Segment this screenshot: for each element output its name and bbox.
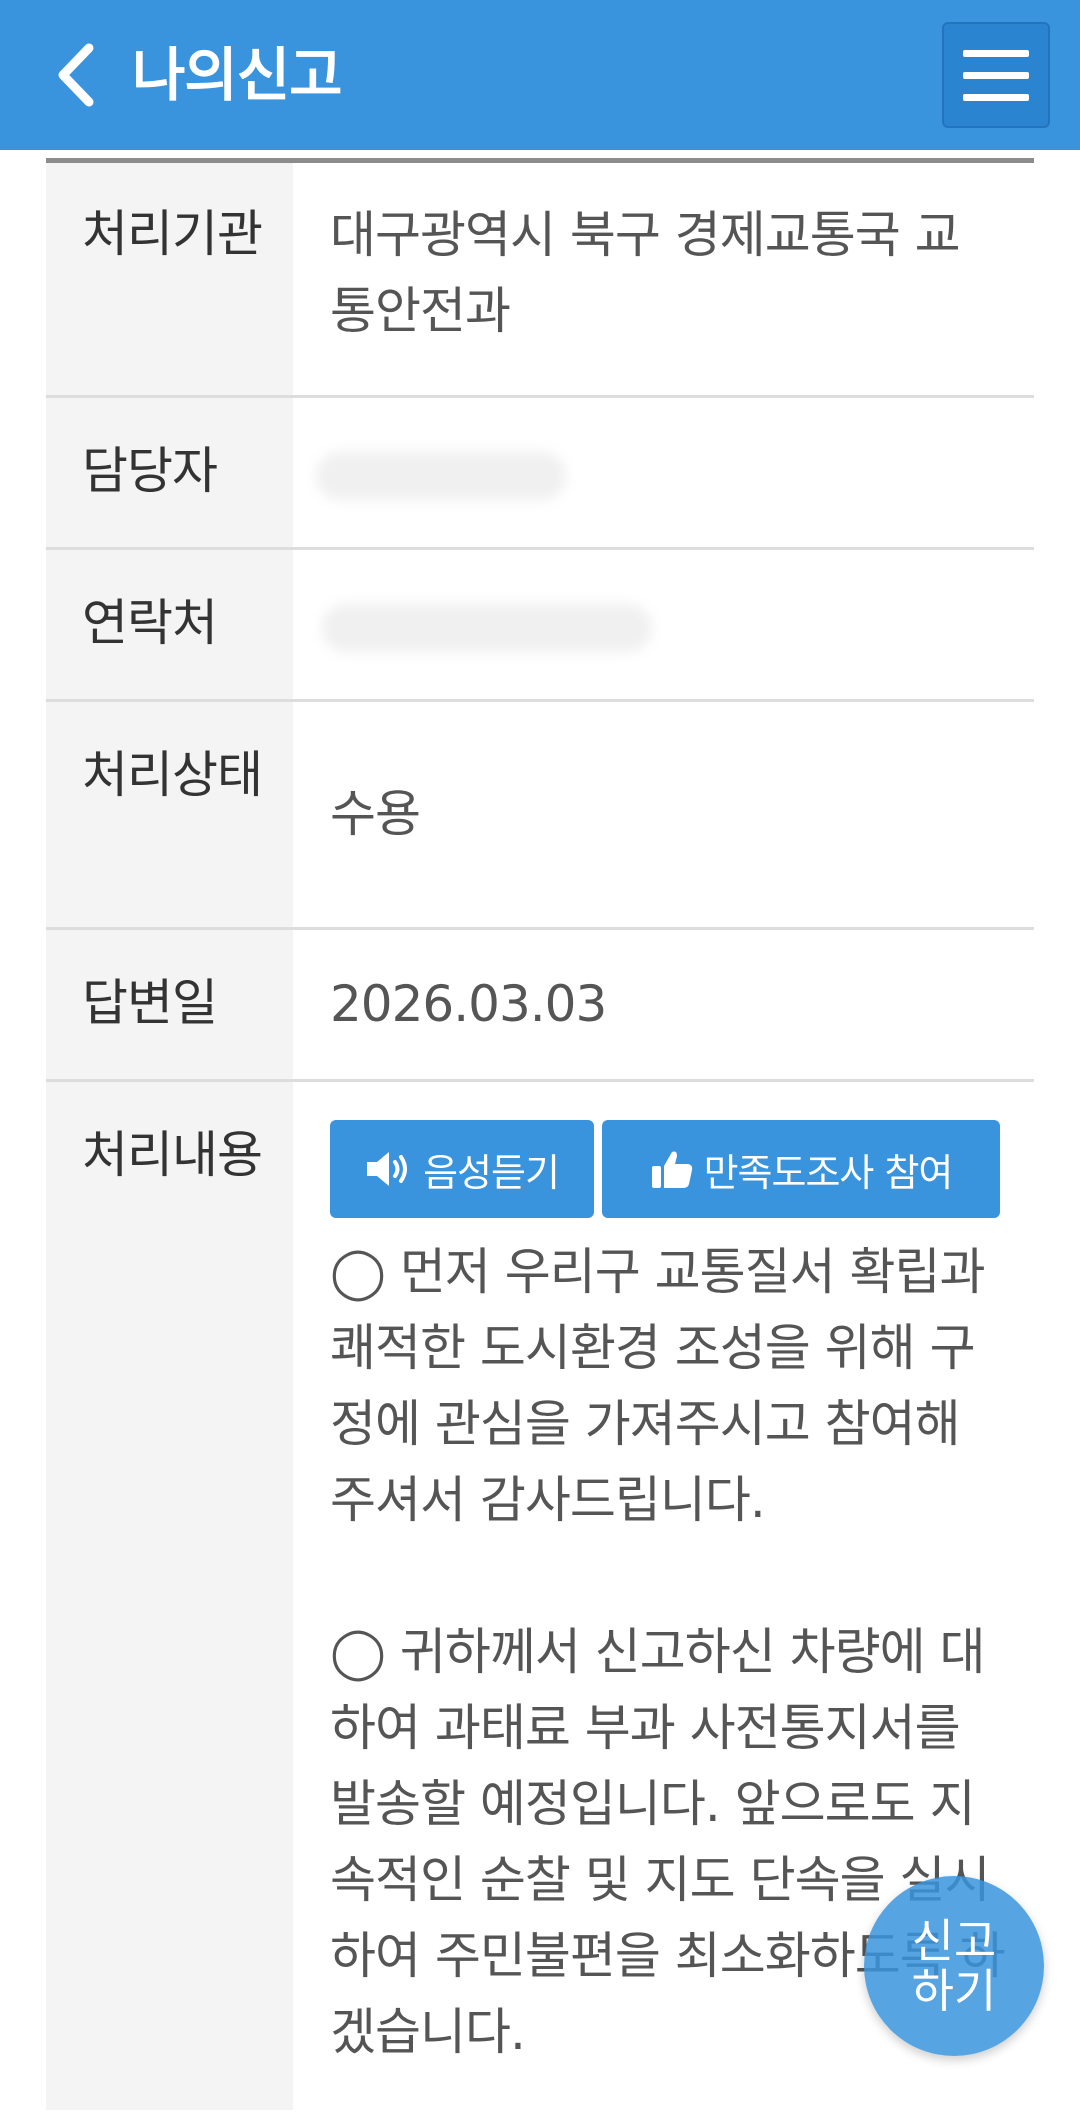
new-report-fab[interactable]: 신고 하기 — [864, 1876, 1044, 2056]
listen-audio-label: 음성듣기 — [423, 1150, 560, 1195]
row-manager: 담당자 — [46, 398, 1034, 550]
speaker-icon — [367, 1152, 408, 1186]
row-status: 처리상태 수용 — [46, 702, 1034, 930]
answer-paragraph: ◯ 먼저 우리구 교통질서 확립과 쾌적한 도시환경 조성을 위해 구정에 관심… — [330, 1243, 1000, 1529]
status-value: 수용 — [330, 785, 421, 843]
row-label: 처리내용 — [82, 1126, 263, 1184]
page-title: 나의신고 — [132, 41, 342, 109]
back-button[interactable] — [40, 38, 110, 112]
listen-audio-button[interactable]: 음성듣기 — [330, 1120, 594, 1218]
row-label: 처리기관 — [82, 205, 263, 263]
menu-button[interactable] — [942, 22, 1050, 128]
top-app-bar: 나의신고 — [0, 0, 1080, 150]
agency-value: 대구광역시 북구 경제교통국 교통안전과 — [330, 206, 961, 340]
row-label: 연락처 — [82, 594, 218, 652]
content-action-buttons: 음성듣기 만족도조사 참여 — [330, 1120, 1000, 1218]
redacted-contact — [322, 604, 652, 652]
row-label: 처리상태 — [82, 746, 263, 804]
row-answer-date: 답변일 2026.03.03 — [46, 930, 1034, 1082]
fab-label-line1: 신고 — [911, 1914, 997, 1968]
redacted-manager — [316, 452, 566, 500]
row-contact: 연락처 — [46, 550, 1034, 702]
thumbs-up-icon — [651, 1151, 692, 1188]
answer-date-value: 2026.03.03 — [330, 975, 607, 1033]
chevron-left-icon — [58, 43, 94, 107]
hamburger-menu-icon — [963, 49, 1029, 57]
row-label: 답변일 — [82, 974, 218, 1032]
report-detail-table: 처리기관 대구광역시 북구 경제교통국 교통안전과 담당자 연락처 처리상태 수… — [46, 158, 1034, 2110]
satisfaction-survey-button[interactable]: 만족도조사 참여 — [602, 1120, 1000, 1218]
fab-label-line2: 하기 — [911, 1964, 997, 2018]
row-label: 담당자 — [82, 442, 218, 500]
row-agency: 처리기관 대구광역시 북구 경제교통국 교통안전과 — [46, 163, 1034, 398]
satisfaction-survey-label: 만족도조사 참여 — [703, 1150, 954, 1195]
